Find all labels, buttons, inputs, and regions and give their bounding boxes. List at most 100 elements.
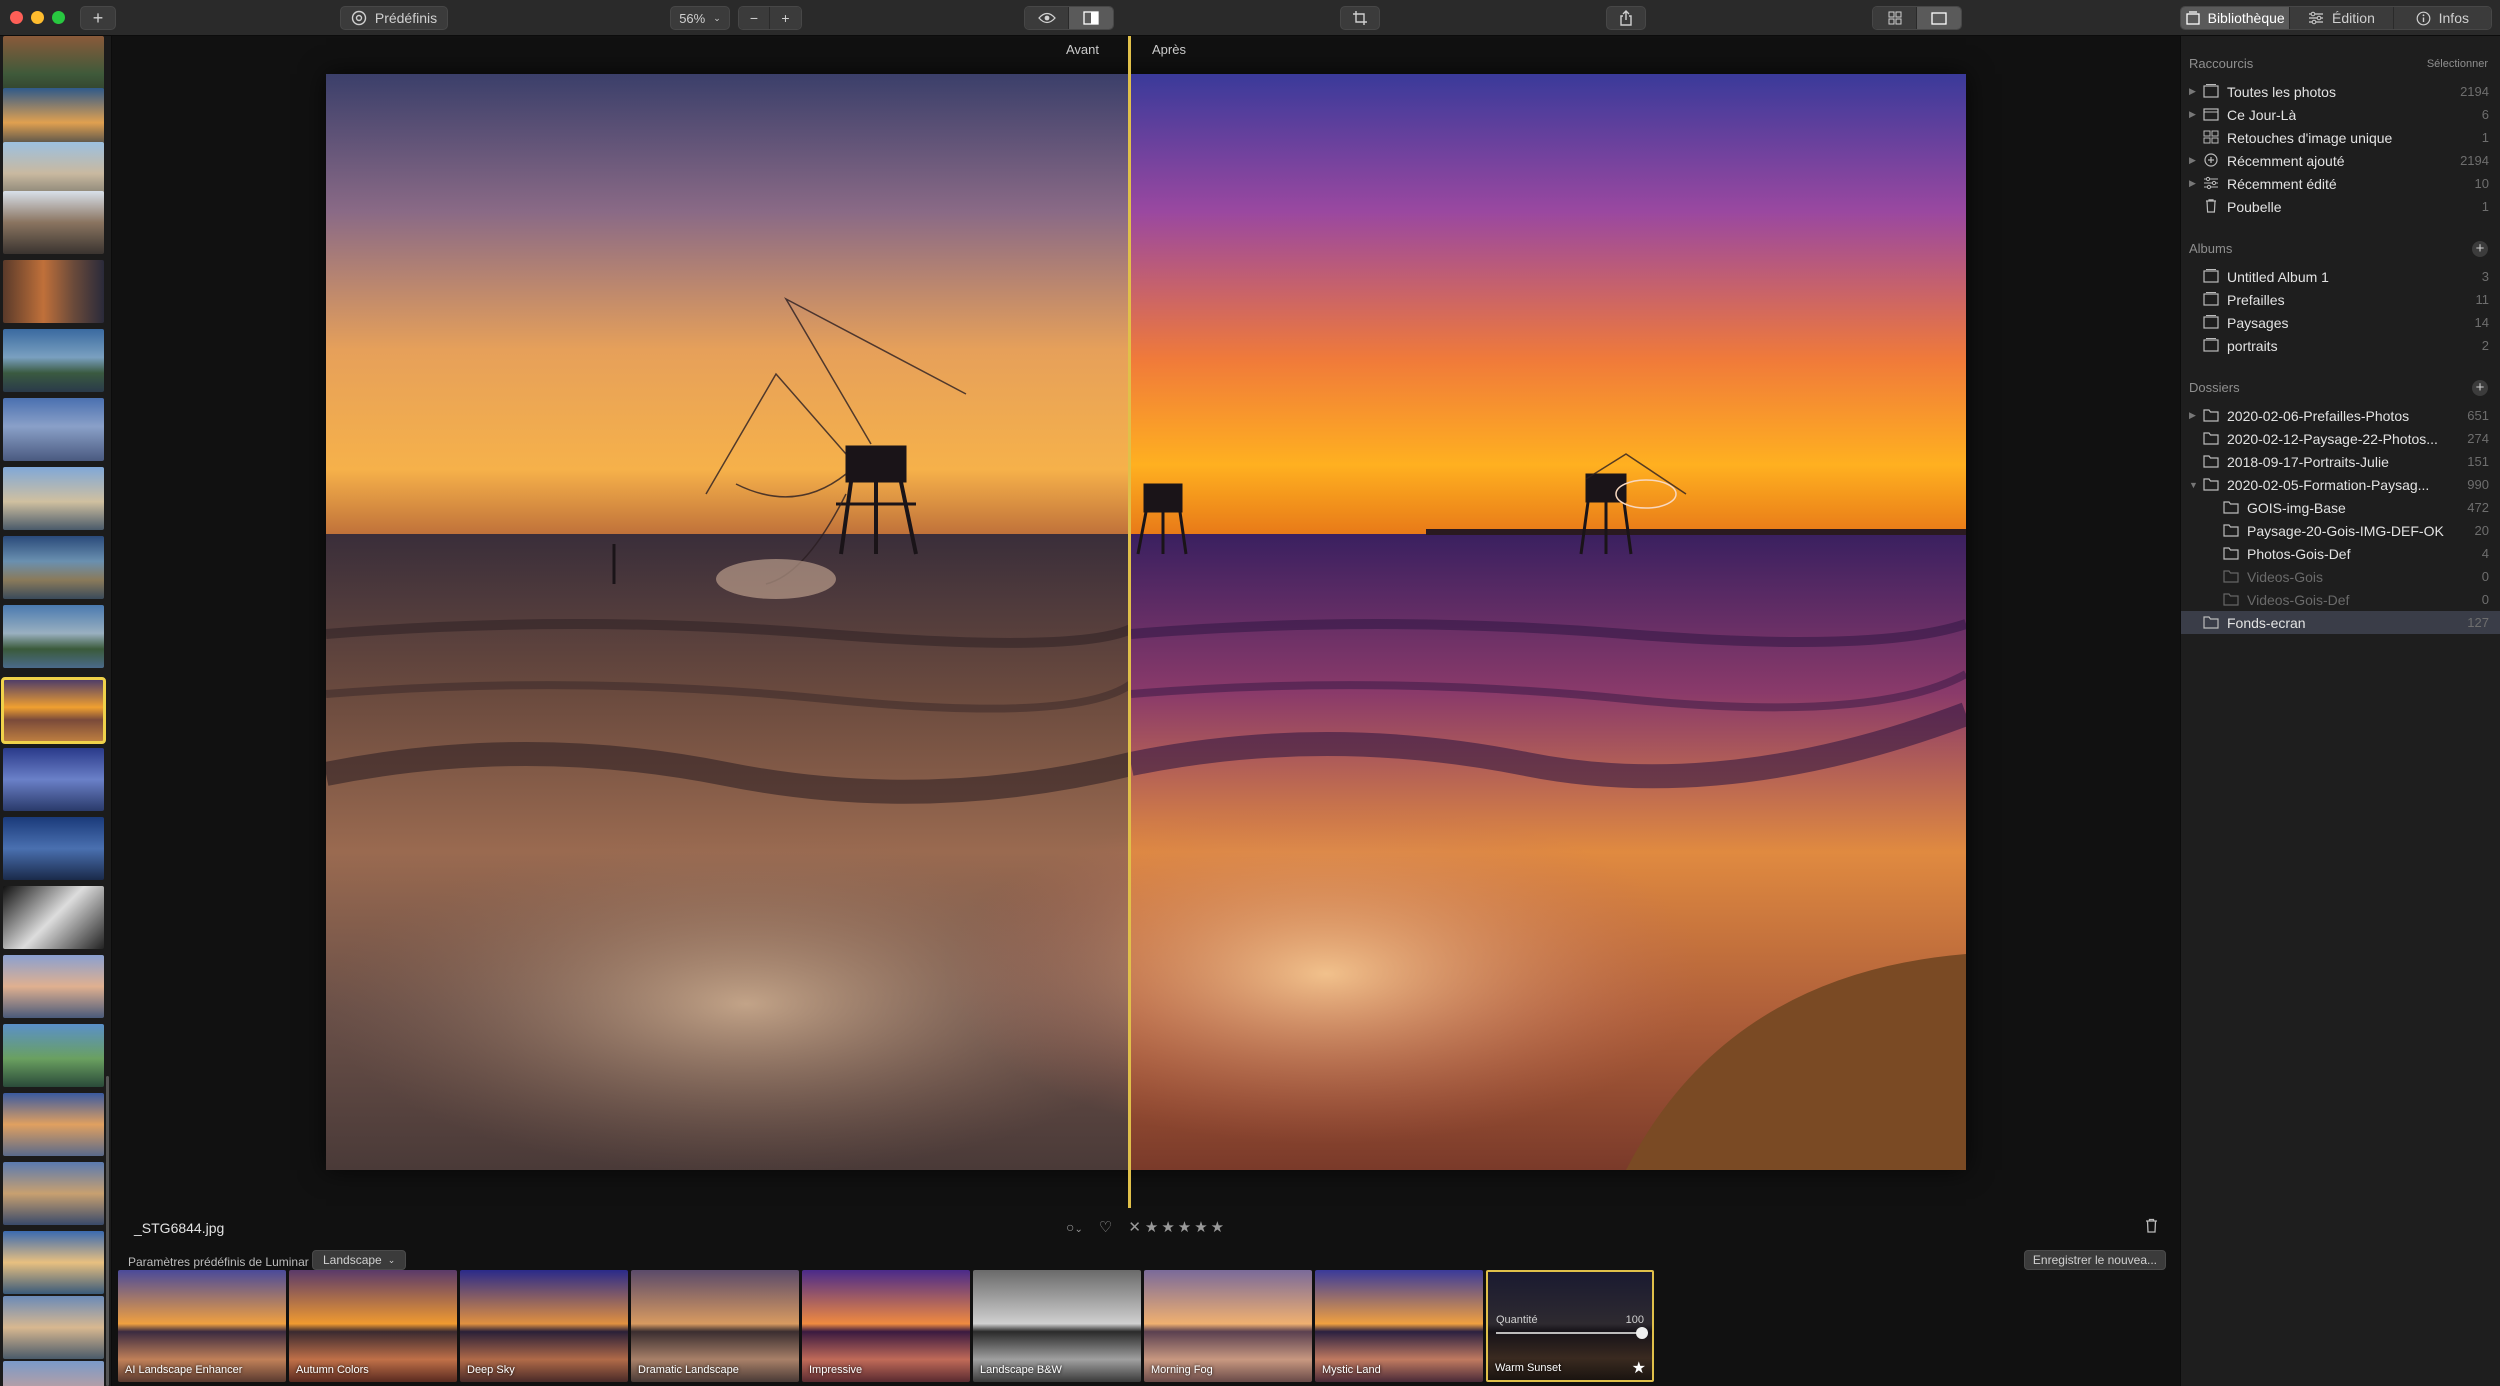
sidebar-item-recently-added[interactable]: ▶ Récemment ajouté 2194 [2181, 149, 2500, 172]
preset-tile[interactable]: Dramatic Landscape [631, 1270, 799, 1382]
folder-item[interactable]: ▶ 2020-02-06-Prefailles-Photos 651 [2181, 404, 2500, 427]
album-item[interactable]: Untitled Album 1 3 [2181, 265, 2500, 288]
subfolder-item[interactable]: GOIS-img-Base 472 [2181, 496, 2500, 519]
zoom-window-button[interactable] [52, 11, 65, 24]
disclosure-icon[interactable]: ▶ [2189, 155, 2196, 166]
folder-item[interactable]: 2020-02-12-Paysage-22-Photos... 274 [2181, 427, 2500, 450]
share-button[interactable] [1606, 6, 1646, 30]
sidebar-item-all-photos[interactable]: ▶ Toutes les photos 2194 [2181, 80, 2500, 103]
sidebar-item-single-edits[interactable]: Retouches d'image unique 1 [2181, 126, 2500, 149]
filmstrip-thumbnail[interactable] [3, 955, 104, 1018]
sidebar-item-recently-edited[interactable]: ▶ Récemment édité 10 [2181, 172, 2500, 195]
select-button[interactable]: Sélectionner [2427, 58, 2488, 70]
zoom-dropdown[interactable]: 56% ⌄ [670, 6, 730, 30]
tab-library[interactable]: Bibliothèque [2181, 7, 2291, 29]
folder-item-expanded[interactable]: ▼ 2020-02-05-Formation-Paysag... 990 [2181, 473, 2500, 496]
filmstrip-thumbnail[interactable] [3, 1361, 104, 1386]
filmstrip-thumbnail[interactable] [3, 1296, 104, 1359]
filmstrip-thumbnail[interactable] [3, 1093, 104, 1156]
folder-item-selected[interactable]: Fonds-ecran 127 [2181, 611, 2500, 634]
disclosure-icon[interactable]: ▶ [2189, 109, 2196, 120]
split-view-button[interactable] [1069, 7, 1113, 29]
trash-icon[interactable] [2145, 1218, 2158, 1238]
filmstrip-thumbnail[interactable] [3, 817, 104, 880]
color-label-icon[interactable]: ○⌄ [1066, 1219, 1083, 1235]
preset-tile[interactable]: Autumn Colors [289, 1270, 457, 1382]
crop-button[interactable] [1340, 6, 1380, 30]
close-window-button[interactable] [10, 11, 23, 24]
split-divider[interactable] [1128, 36, 1131, 1208]
heart-icon[interactable]: ♡ [1099, 1218, 1112, 1236]
sidebar-item-trash[interactable]: Poubelle 1 [2181, 195, 2500, 218]
toolbar: + Prédéfinis 56% ⌄ − + Bibliothèque Édit… [0, 0, 2500, 36]
filmstrip-thumbnail[interactable] [3, 536, 104, 599]
photo-info-bar: _STG6844.jpg ○⌄ ♡ ✕ ★★★★★ [112, 1208, 2180, 1246]
filmstrip-thumbnail[interactable] [3, 467, 104, 530]
filmstrip-thumbnail[interactable] [3, 605, 104, 668]
minimize-window-button[interactable] [31, 11, 44, 24]
filmstrip-thumbnail-selected[interactable] [1, 677, 106, 744]
add-folder-button[interactable]: + [2472, 380, 2488, 396]
favorite-star-icon[interactable]: ★ [1632, 1358, 1646, 1378]
subfolder-item[interactable]: Photos-Gois-Def 4 [2181, 542, 2500, 565]
sidebar-item-count: 2194 [2460, 84, 2489, 99]
tab-edit[interactable]: Édition [2290, 7, 2394, 29]
filmstrip-thumbnail[interactable] [3, 329, 104, 392]
amount-slider-handle[interactable] [1636, 1327, 1648, 1339]
save-preset-button[interactable]: Enregistrer le nouvea... [2023, 1250, 2166, 1270]
preset-tile[interactable]: Morning Fog [1144, 1270, 1312, 1382]
tab-library-label: Bibliothèque [2207, 10, 2285, 26]
filmstrip-thumbnail[interactable] [3, 1162, 104, 1225]
add-album-button[interactable]: + [2472, 241, 2488, 257]
preset-tile[interactable]: Landscape B&W [973, 1270, 1141, 1382]
amount-slider-track[interactable] [1496, 1332, 1644, 1334]
amount-label: Quantité [1496, 1314, 1538, 1326]
reject-icon[interactable]: ✕ [1128, 1218, 1141, 1236]
subfolder-item-empty[interactable]: Videos-Gois-Def 0 [2181, 588, 2500, 611]
disclosure-icon[interactable]: ▶ [2189, 86, 2196, 97]
sidebar-item-on-this-day[interactable]: ▶ Ce Jour-Là 6 [2181, 103, 2500, 126]
preset-tile[interactable]: Mystic Land [1315, 1270, 1483, 1382]
filmstrip-thumbnail[interactable] [3, 1231, 104, 1294]
filmstrip-thumbnail[interactable] [3, 260, 104, 323]
subfolder-item[interactable]: Paysage-20-Gois-IMG-DEF-OK 20 [2181, 519, 2500, 542]
filmstrip-scrollbar[interactable] [106, 1076, 109, 1386]
subfolder-item-empty[interactable]: Videos-Gois 0 [2181, 565, 2500, 588]
album-item[interactable]: Prefailles 11 [2181, 288, 2500, 311]
grid-view-button[interactable] [1873, 7, 1918, 29]
album-item[interactable]: portraits 2 [2181, 334, 2500, 357]
filmstrip-thumbnail[interactable] [3, 1024, 104, 1087]
album-item[interactable]: Paysages 14 [2181, 311, 2500, 334]
preset-tile[interactable]: Deep Sky [460, 1270, 628, 1382]
sidebar-item-count: 1 [2481, 199, 2489, 214]
add-photos-button[interactable]: + [80, 6, 116, 30]
single-view-button[interactable] [1917, 7, 1961, 29]
tab-info[interactable]: Infos [2393, 7, 2491, 29]
star-rating[interactable]: ★★★★★ [1145, 1218, 1227, 1236]
presets-button[interactable]: Prédéfinis [340, 6, 448, 30]
preset-category-dropdown[interactable]: Landscape ⌄ [312, 1250, 407, 1270]
preset-tile-active[interactable]: Quantité 100 Warm Sunset ★ [1486, 1270, 1654, 1382]
preset-tile[interactable]: AI Landscape Enhancer [118, 1270, 286, 1382]
folder-label: 2020-02-06-Prefailles-Photos [2227, 407, 2410, 424]
preset-label: AI Landscape Enhancer [125, 1364, 243, 1376]
preview-original-button[interactable] [1025, 7, 1070, 29]
zoom-in-button[interactable]: + [770, 7, 801, 29]
filmstrip-thumbnail[interactable] [3, 398, 104, 461]
disclosure-icon[interactable]: ▶ [2189, 178, 2196, 189]
folder-icon [2223, 523, 2239, 540]
folder-item[interactable]: 2018-09-17-Portraits-Julie 151 [2181, 450, 2500, 473]
filmstrip-thumbnail[interactable] [3, 191, 104, 254]
disclosure-icon[interactable]: ▶ [2189, 410, 2196, 421]
preset-tile[interactable]: Impressive [802, 1270, 970, 1382]
zoom-out-button[interactable]: − [739, 7, 771, 29]
filmstrip-thumbnail[interactable] [3, 886, 104, 949]
sidebar-item-count: 2194 [2460, 153, 2489, 168]
folder-count: 127 [2467, 615, 2489, 630]
photo-canvas[interactable] [326, 74, 1966, 1170]
disclosure-open-icon[interactable]: ▼ [2189, 480, 2198, 490]
photo-image [326, 74, 1966, 1170]
filmstrip-thumbnail[interactable] [3, 748, 104, 811]
folder-label: 2020-02-05-Formation-Paysag... [2227, 476, 2430, 493]
compare-toggle [1024, 6, 1114, 30]
